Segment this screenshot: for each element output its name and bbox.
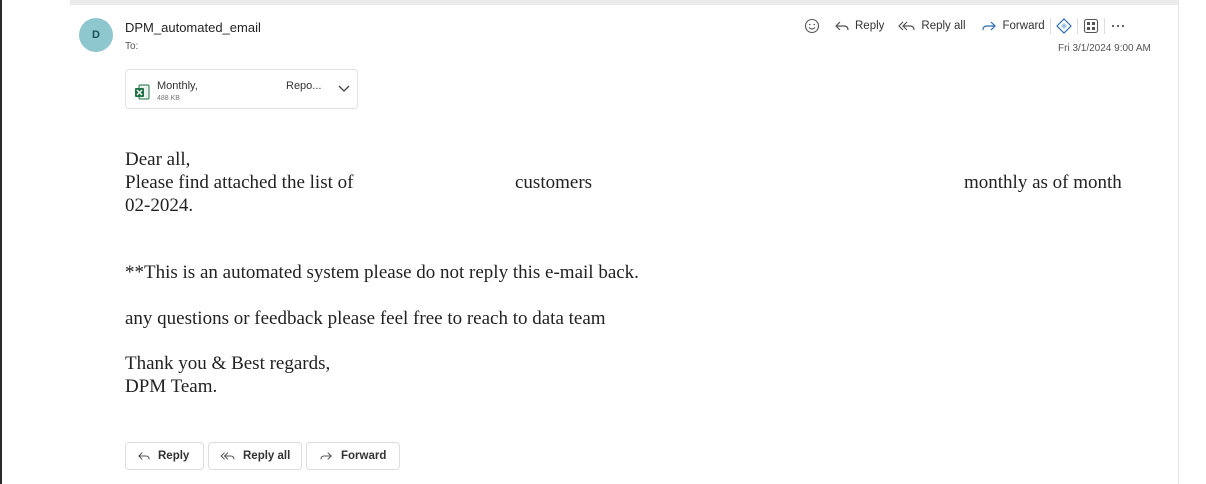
more-icon [1111, 24, 1124, 28]
greeting: Dear all, [125, 149, 191, 170]
excel-icon [135, 84, 150, 100]
forward-icon [320, 452, 332, 460]
reply-all-button[interactable]: Reply all [898, 19, 966, 33]
body-line2: 02-2024. [125, 195, 194, 216]
signature: DPM Team. [125, 376, 218, 397]
forward-button[interactable]: Forward [980, 19, 1045, 33]
footer-reply-label: Reply [158, 450, 190, 462]
reply-button[interactable]: Reply [834, 19, 884, 33]
footer-reply-all-button[interactable]: Reply all [208, 442, 302, 470]
chevron-down-icon[interactable] [338, 85, 350, 93]
attachment-size: 488 KB [157, 95, 180, 102]
message-actions: Reply Reply all Forward [804, 16, 1126, 36]
apps-button[interactable] [1083, 18, 1099, 34]
reply-icon [835, 21, 849, 31]
email-date: Fri 3/1/2024 9:00 AM [1058, 43, 1151, 54]
sender-name[interactable]: DPM_automated_email [125, 20, 261, 35]
to-label: To: [125, 41, 139, 52]
grid-apps-icon [1083, 18, 1098, 34]
loop-icon [1055, 18, 1072, 34]
questions-text: any questions or feedback please feel fr… [125, 308, 606, 329]
toolbar-divider [1076, 18, 1078, 34]
avatar-initial: D [92, 29, 100, 41]
toolbar-divider [1049, 18, 1051, 34]
automated-notice: **This is an automated system please do … [125, 262, 639, 283]
loop-button[interactable] [1055, 18, 1072, 34]
reply-all-label: Reply all [921, 20, 966, 32]
footer-reply-all-label: Reply all [243, 450, 291, 462]
emoji-icon [804, 18, 820, 34]
window-right-edge [1178, 0, 1179, 484]
reply-label: Reply [855, 20, 885, 32]
body-line1-end: monthly as of month [964, 172, 1122, 193]
footer-reply-button[interactable]: Reply [125, 442, 204, 470]
attachment-card[interactable]: Monthly, Repo... 488 KB [125, 69, 358, 109]
window-left-edge [0, 0, 2, 484]
toolbar-divider [1103, 18, 1105, 34]
more-options-button[interactable] [1110, 23, 1126, 29]
footer-forward-label: Forward [341, 450, 387, 462]
closing-text: Thank you & Best regards, [125, 353, 331, 374]
avatar[interactable]: D [79, 18, 113, 52]
footer-forward-button[interactable]: Forward [306, 442, 400, 470]
top-bar [70, 0, 1178, 5]
reply-all-icon [220, 452, 235, 460]
attachment-name-suffix: Repo... [286, 80, 322, 92]
body-line1-middle: customers [515, 172, 593, 193]
forward-icon [981, 21, 996, 31]
body-line1-start: Please find attached the list of [125, 172, 354, 193]
forward-label: Forward [1002, 20, 1045, 32]
reply-icon [138, 452, 150, 460]
reply-all-icon [898, 21, 916, 31]
attachment-name: Monthly, [157, 80, 198, 92]
emoji-button[interactable] [804, 18, 820, 34]
